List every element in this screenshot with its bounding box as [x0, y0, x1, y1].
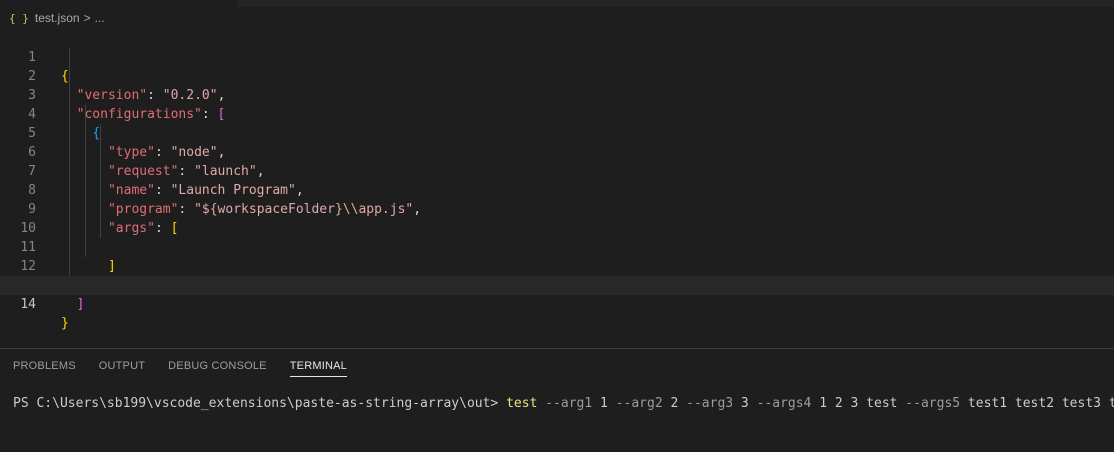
code-line[interactable]: 7 "name": "Launch Program",: [0, 143, 1114, 198]
terminal-flag: --args5: [897, 396, 961, 411]
code-line[interactable]: 13 ]: [0, 257, 1114, 312]
breadcrumb-separator-icon: >: [83, 11, 91, 25]
terminal-prompt: PS C:\Users\sb199\vscode_extensions\past…: [13, 396, 507, 411]
editor-tab-strip: [0, 0, 1114, 7]
tab-debug-console[interactable]: DEBUG CONSOLE: [168, 360, 267, 377]
terminal-flag: --arg2: [607, 396, 663, 411]
terminal-value: 1: [592, 396, 608, 411]
editor: { } test.json > ... 1 { 2 "version": "0.…: [0, 0, 1114, 348]
code-line[interactable]: 9 "args": [: [0, 181, 1114, 236]
terminal-command: test: [506, 396, 538, 411]
breadcrumb: { } test.json > ...: [9, 9, 105, 27]
code-line[interactable]: 4 {: [0, 86, 1114, 141]
bracket-close: ]: [76, 297, 85, 312]
terminal-value: 2: [662, 396, 679, 411]
terminal-value: test1 test2 test3 test4: [967, 396, 1114, 411]
code-line[interactable]: 6 "request": "launch",: [0, 124, 1114, 179]
code-line[interactable]: 8 "program": "${workspaceFolder}\\app.js…: [0, 162, 1114, 217]
line-number: 14: [20, 297, 36, 312]
code-line[interactable]: 11 ]: [0, 219, 1114, 274]
code-line[interactable]: 5 "type": "node",: [0, 105, 1114, 160]
code-line[interactable]: 10: [0, 200, 1114, 236]
terminal-value: 3: [733, 396, 749, 411]
bottom-panel: PROBLEMS OUTPUT DEBUG CONSOLE TERMINAL P…: [0, 348, 1114, 452]
breadcrumb-file[interactable]: test.json: [35, 11, 80, 25]
terminal-line[interactable]: PS C:\Users\sb199\vscode_extensions\past…: [13, 393, 1114, 411]
active-editor-tab[interactable]: [0, 0, 238, 7]
panel-tabs: PROBLEMS OUTPUT DEBUG CONSOLE TERMINAL: [13, 360, 370, 377]
code-area[interactable]: 1 { 2 "version": "0.2.0", 3 "configurati…: [0, 29, 1114, 331]
code-line[interactable]: 1 {: [0, 29, 1114, 84]
code-line[interactable]: 2 "version": "0.2.0",: [0, 48, 1114, 103]
code-line[interactable]: 3 "configurations": [: [0, 67, 1114, 122]
terminal-args: --arg1 1 --arg2 2 --arg3 3 --args4 1 2 3…: [537, 396, 1114, 411]
terminal-flag: --arg3: [678, 396, 734, 411]
terminal-flag: --args4: [748, 396, 812, 411]
brace-close: }: [61, 316, 69, 331]
code-line[interactable]: 12 }: [0, 238, 1114, 293]
code-line-current[interactable]: 14 }: [0, 276, 1114, 331]
tab-problems[interactable]: PROBLEMS: [13, 360, 76, 377]
terminal-value: 1 2 3 test: [811, 396, 898, 411]
breadcrumb-more[interactable]: ...: [95, 11, 105, 25]
json-file-icon: { }: [9, 11, 29, 25]
tab-output[interactable]: OUTPUT: [99, 360, 145, 377]
tab-terminal[interactable]: TERMINAL: [289, 360, 347, 377]
terminal-flag: --arg1: [537, 396, 593, 411]
